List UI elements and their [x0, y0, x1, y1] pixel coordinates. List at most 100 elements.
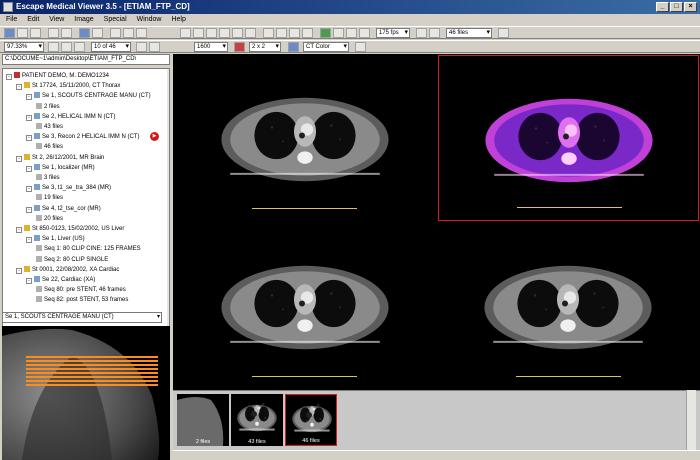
- tree-node-image[interactable]: 20 files: [36, 214, 63, 223]
- close-button[interactable]: ×: [684, 2, 697, 12]
- viewport-2[interactable]: [437, 55, 699, 221]
- save-icon[interactable]: [17, 28, 28, 38]
- stack-icon[interactable]: [123, 28, 134, 38]
- tree-node-study[interactable]: - St 2, 26/12/2001, MR Brain: [16, 153, 104, 162]
- window-level-icon[interactable]: [206, 28, 217, 38]
- tree-node-image[interactable]: 19 files: [36, 194, 63, 202]
- tree-node-image[interactable]: Seq 80: pre STENT, 46 frames: [36, 286, 126, 294]
- tree-node-series[interactable]: - Se 3, Recon 2 HELICAL IMM N (CT): [26, 133, 139, 142]
- tree-node-study[interactable]: - St 17724, 15/11/2000, CT Thorax: [16, 82, 120, 91]
- viewport-1[interactable]: [174, 55, 436, 221]
- tree-node-series[interactable]: - Se 1, SCOUTS CENTRAGE MANU (CT): [26, 92, 151, 101]
- tree-node-patient[interactable]: - PATIENT DEMO, M. DEMO1234: [6, 72, 109, 80]
- info-icon[interactable]: [110, 28, 121, 38]
- tree-node-image[interactable]: 3 files: [36, 174, 60, 182]
- minimize-button[interactable]: _: [656, 2, 669, 12]
- menu-help[interactable]: Help: [171, 16, 185, 23]
- frame-combo[interactable]: 10 of 46: [91, 42, 131, 52]
- invert-icon[interactable]: [245, 28, 256, 38]
- collapse-toggle-icon[interactable]: -: [26, 206, 32, 213]
- tree-node-image[interactable]: 46 files: [36, 143, 63, 151]
- network-icon[interactable]: [92, 28, 103, 38]
- tree-node-image[interactable]: Seq 2: 80 CLIP SINGLE: [36, 255, 108, 264]
- zoom-out-icon[interactable]: [61, 42, 72, 52]
- cd-icon[interactable]: [79, 28, 90, 38]
- last-frame-icon[interactable]: [149, 42, 160, 52]
- viewport-3[interactable]: [174, 223, 436, 389]
- zoom-icon[interactable]: [193, 28, 204, 38]
- link-icon[interactable]: [429, 28, 440, 38]
- print-icon[interactable]: [30, 28, 41, 38]
- angle-icon[interactable]: [276, 28, 287, 38]
- export-icon[interactable]: [498, 28, 509, 38]
- preview-series-select[interactable]: Se 1, SCOUTS CENTRAGE MANU (CT): [2, 312, 162, 323]
- next-frame-icon[interactable]: [359, 28, 370, 38]
- play-series-button[interactable]: ▶: [150, 132, 159, 141]
- collapse-toggle-icon[interactable]: -: [26, 165, 32, 172]
- menu-window[interactable]: Window: [137, 16, 162, 23]
- tree-node-study[interactable]: - St 850-0123, 15/02/2002, US Liver: [16, 225, 124, 233]
- copy-icon[interactable]: [48, 28, 59, 38]
- tree-node-image[interactable]: 43 files: [36, 123, 63, 131]
- collapse-toggle-icon[interactable]: -: [16, 84, 22, 91]
- collapse-toggle-icon[interactable]: -: [26, 114, 32, 121]
- first-frame-icon[interactable]: [136, 42, 147, 52]
- series-thumbnail[interactable]: 46 files: [285, 394, 337, 446]
- collapse-toggle-icon[interactable]: -: [26, 94, 32, 101]
- prev-frame-icon[interactable]: [346, 28, 357, 38]
- collapse-toggle-icon[interactable]: -: [26, 135, 32, 142]
- menu-edit[interactable]: Edit: [27, 16, 39, 23]
- open-folder-icon[interactable]: [4, 28, 15, 38]
- layout-combo[interactable]: 2 x 2: [249, 42, 281, 52]
- pan-icon[interactable]: [180, 28, 191, 38]
- stop-icon[interactable]: [333, 28, 344, 38]
- maximize-button[interactable]: □: [670, 2, 683, 12]
- menu-image[interactable]: Image: [74, 16, 93, 23]
- tree-node-series[interactable]: - Se 1, Liver (US): [26, 235, 85, 244]
- layout-icon[interactable]: [234, 42, 245, 52]
- rotate-icon[interactable]: [219, 28, 230, 38]
- lut-combo[interactable]: CT Color: [303, 42, 349, 52]
- collapse-toggle-icon[interactable]: -: [26, 237, 32, 244]
- lock-icon[interactable]: [416, 28, 427, 38]
- scout-preview[interactable]: [2, 326, 170, 460]
- tree-node-image[interactable]: Seq 1: 80 CLIP CINE: 125 FRAMES: [36, 245, 141, 253]
- menu-file[interactable]: File: [6, 16, 17, 23]
- lut-icon[interactable]: [288, 42, 299, 52]
- collapse-toggle-icon[interactable]: -: [26, 278, 32, 284]
- menu-special[interactable]: Special: [104, 16, 127, 23]
- series-thumbnail[interactable]: 43 files: [231, 394, 283, 446]
- image-viewer[interactable]: [173, 54, 700, 390]
- grid-icon[interactable]: [136, 28, 147, 38]
- collapse-toggle-icon[interactable]: -: [16, 267, 22, 274]
- tree-node-series[interactable]: - Se 1, localizer (MR): [26, 163, 95, 172]
- tree-node-image[interactable]: Seq 82: post STENT, 53 frames: [36, 296, 128, 304]
- fps-combo[interactable]: 175 fps: [376, 28, 410, 38]
- tree-node-series[interactable]: - Se 22, Cardiac (XA): [26, 276, 95, 284]
- series-thumbnail[interactable]: 2 files: [177, 394, 229, 446]
- roi-icon[interactable]: [289, 28, 300, 38]
- path-field[interactable]: C:\DOCUME~1\admin\Desktop\ETIAM_FTP_CD\: [2, 54, 170, 65]
- series-combo[interactable]: 46 files: [446, 28, 492, 38]
- zoom-combo[interactable]: 97.33%: [4, 42, 44, 52]
- collapse-toggle-icon[interactable]: -: [16, 227, 22, 233]
- thumbnail-scrollbar[interactable]: [686, 390, 696, 450]
- tree-node-series[interactable]: - Se 2, HELICAL IMM N (CT): [26, 112, 115, 121]
- paste-icon[interactable]: [61, 28, 72, 38]
- tree-node-series[interactable]: - Se 4, t2_tse_cor (MR): [26, 204, 101, 213]
- window-preset-combo[interactable]: 1600: [194, 42, 228, 52]
- measure-icon[interactable]: [263, 28, 274, 38]
- viewport-4[interactable]: [437, 223, 699, 389]
- collapse-toggle-icon[interactable]: -: [26, 186, 32, 193]
- tree-node-image[interactable]: 2 files: [36, 102, 60, 111]
- zoom-in-icon[interactable]: [48, 42, 59, 52]
- fit-icon[interactable]: [74, 42, 85, 52]
- play-icon[interactable]: [320, 28, 331, 38]
- menu-view[interactable]: View: [49, 16, 64, 23]
- flip-icon[interactable]: [232, 28, 243, 38]
- tree-node-series[interactable]: - Se 3, t1_se_tra_384 (MR): [26, 184, 111, 193]
- reset-icon[interactable]: [355, 42, 366, 52]
- collapse-toggle-icon[interactable]: -: [6, 74, 12, 80]
- collapse-toggle-icon[interactable]: -: [16, 155, 22, 162]
- tree-node-study[interactable]: - St 0001, 22/08/2002, XA Cardiac: [16, 265, 119, 274]
